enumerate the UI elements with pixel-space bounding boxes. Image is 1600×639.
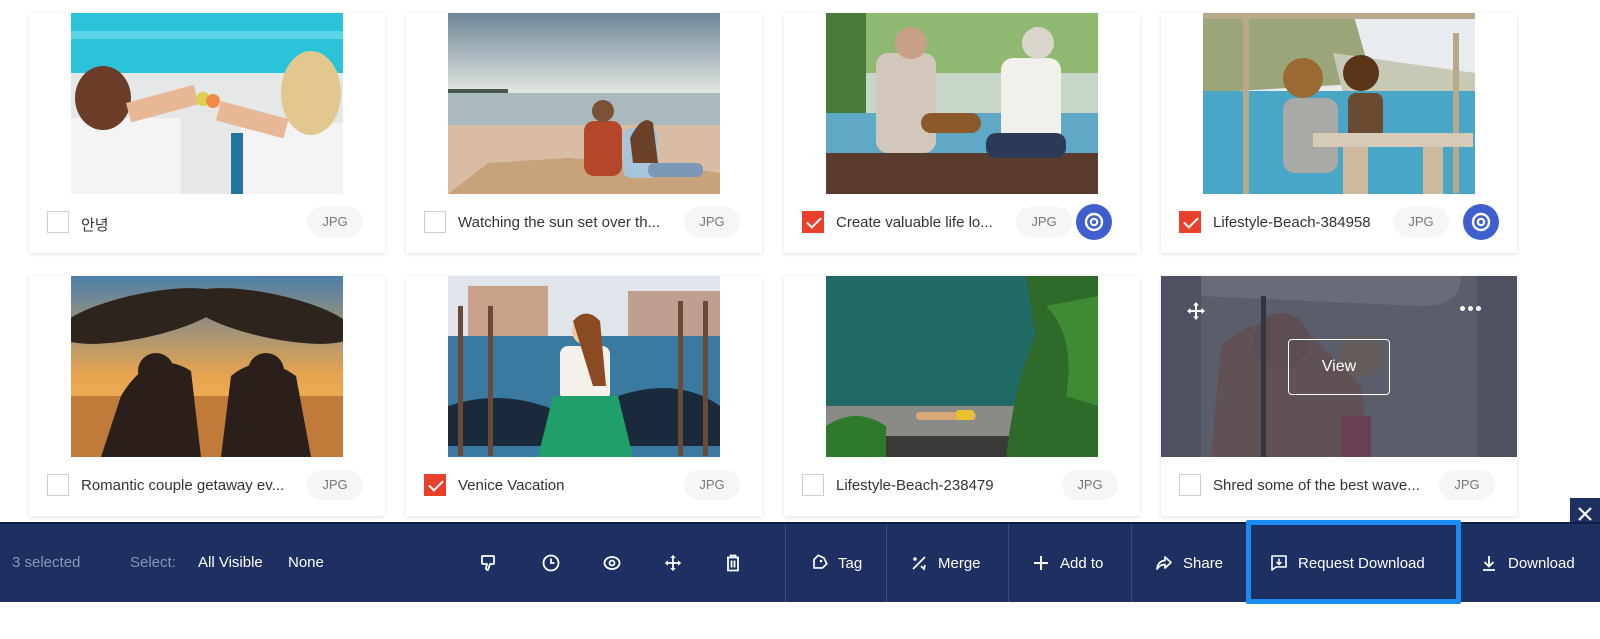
file-type-badge: JPG	[1439, 470, 1495, 500]
eye-icon	[1084, 212, 1104, 232]
trash-icon[interactable]	[722, 552, 744, 574]
asset-checkbox-checked[interactable]	[802, 211, 824, 233]
asset-title: Watching the sun set over th...	[458, 214, 661, 231]
tag-icon	[813, 554, 828, 569]
selected-count: 3 selected	[12, 554, 81, 571]
clock-icon[interactable]	[540, 552, 562, 574]
eye-icon[interactable]	[601, 552, 623, 574]
download-button[interactable]: Download	[1480, 524, 1575, 602]
asset-card[interactable]: Watching the sun set over th... JPG	[406, 13, 762, 253]
asset-checkbox[interactable]	[1179, 474, 1201, 496]
asset-title: Lifestyle-Beach-238479	[836, 477, 994, 494]
asset-title: Venice Vacation	[458, 477, 565, 494]
eye-icon	[1471, 212, 1491, 232]
file-type-badge: JPG	[1016, 207, 1072, 237]
asset-thumbnail[interactable]	[1203, 13, 1475, 194]
asset-card[interactable]: 안녕 JPG	[29, 13, 385, 253]
asset-footer: Venice Vacation JPG	[406, 468, 762, 504]
preview-eye-button[interactable]	[1463, 204, 1499, 240]
asset-title: Shred some of the best wave...	[1213, 477, 1420, 494]
merge-button[interactable]: Merge	[910, 524, 981, 602]
add-to-label: Add to	[1060, 554, 1104, 572]
asset-thumbnail[interactable]	[71, 276, 343, 457]
plus-icon	[1034, 556, 1048, 570]
file-type-badge: JPG	[307, 207, 363, 237]
asset-title: 안녕	[81, 217, 109, 234]
toolbar-divider	[1131, 524, 1132, 602]
toolbar-divider	[886, 524, 887, 602]
preview-eye-button[interactable]	[1076, 204, 1112, 240]
asset-title: Create valuable life lo...	[836, 214, 993, 231]
merge-label: Merge	[938, 554, 981, 572]
asset-footer: Lifestyle-Beach-238479 JPG	[784, 468, 1140, 504]
asset-footer: Create valuable life lo... JPG	[784, 204, 1140, 241]
asset-footer: Lifestyle-Beach-384958 JPG	[1161, 204, 1517, 241]
asset-thumbnail[interactable]	[448, 276, 720, 457]
more-options-icon[interactable]	[1460, 306, 1481, 311]
file-type-badge: JPG	[684, 207, 740, 237]
asset-card[interactable]: Lifestyle-Beach-238479 JPG	[784, 276, 1140, 516]
asset-checkbox-checked[interactable]	[1179, 211, 1201, 233]
asset-card[interactable]: Romantic couple getaway ev... JPG	[29, 276, 385, 516]
asset-checkbox[interactable]	[424, 211, 446, 233]
bulk-action-toolbar: 3 selected Select: All Visible None Tag …	[0, 520, 1600, 604]
download-label: Download	[1508, 554, 1575, 572]
merge-icon	[912, 556, 926, 571]
download-icon	[1483, 556, 1495, 571]
file-type-badge: JPG	[684, 470, 740, 500]
share-button[interactable]: Share	[1155, 524, 1223, 602]
close-icon	[1578, 507, 1592, 521]
move-icon[interactable]	[1185, 300, 1207, 322]
asset-card[interactable]: Create valuable life lo... JPG	[784, 13, 1140, 253]
asset-thumbnail[interactable]	[826, 13, 1098, 194]
asset-checkbox[interactable]	[47, 211, 69, 233]
asset-checkbox[interactable]	[47, 474, 69, 496]
file-type-badge: JPG	[307, 470, 363, 500]
add-to-button[interactable]: Add to	[1032, 524, 1103, 602]
select-all-visible-link[interactable]: All Visible	[198, 554, 263, 571]
file-type-badge: JPG	[1062, 470, 1118, 500]
move-icon[interactable]	[662, 552, 684, 574]
view-button[interactable]: View	[1288, 339, 1390, 395]
share-icon	[1156, 556, 1172, 570]
asset-checkbox-checked[interactable]	[424, 474, 446, 496]
asset-card[interactable]: Lifestyle-Beach-384958 JPG	[1161, 13, 1517, 253]
asset-thumbnail[interactable]	[448, 13, 720, 194]
tag-button[interactable]: Tag	[810, 524, 862, 602]
asset-thumbnail[interactable]	[826, 276, 1098, 457]
asset-checkbox[interactable]	[802, 474, 824, 496]
asset-thumbnail[interactable]	[71, 13, 343, 194]
toolbar-divider	[785, 524, 786, 602]
asset-thumbnail[interactable]: View	[1161, 276, 1517, 457]
asset-footer: Romantic couple getaway ev... JPG	[29, 468, 385, 504]
select-label: Select:	[130, 554, 176, 571]
asset-footer: Shred some of the best wave... JPG	[1161, 468, 1517, 504]
select-none-link[interactable]: None	[288, 554, 324, 571]
asset-title: Lifestyle-Beach-384958	[1213, 214, 1371, 231]
thumbs-down-icon[interactable]	[478, 552, 500, 574]
asset-footer: Watching the sun set over th... JPG	[406, 205, 762, 241]
asset-card[interactable]: Venice Vacation JPG	[406, 276, 762, 516]
asset-footer: 안녕 JPG	[29, 205, 385, 241]
tag-label: Tag	[838, 554, 863, 572]
request-download-highlight	[1246, 520, 1461, 604]
share-label: Share	[1183, 554, 1224, 572]
asset-grid: 안녕 JPG Watching the sun set over th... J…	[0, 0, 1600, 530]
toolbar-divider	[1008, 524, 1009, 602]
asset-card-hovered[interactable]: View Shred some of the best wave... JPG	[1161, 276, 1517, 516]
asset-title: Romantic couple getaway ev...	[81, 477, 285, 494]
file-type-badge: JPG	[1393, 207, 1449, 237]
